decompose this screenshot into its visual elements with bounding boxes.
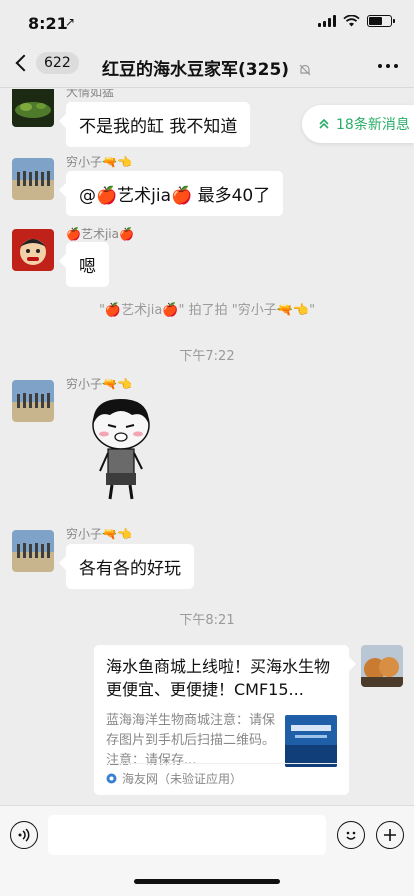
status-time: 8:21 [28,14,68,33]
location-icon: ↗ [65,15,76,29]
status-indicators [318,15,395,27]
avatar[interactable] [12,89,54,127]
new-messages-label: 18条新消息 [336,117,410,133]
system-message: "🍎艺术jia🍎" 拍了拍 "穷小子🔫👈" [98,303,316,318]
sender-name: 大情如猛 [66,89,115,99]
chat-history[interactable]: 大情如猛 不是我的缸 我不知道 18条新消息 穷小子🔫👈 @🍎艺术jia🍎 最多… [0,89,414,805]
avatar[interactable] [12,380,54,422]
link-card-thumbnail [285,715,337,767]
home-indicator [134,879,280,884]
double-chevron-up-icon [319,118,329,129]
mute-bell-icon [299,64,311,76]
message-bubble[interactable]: @🍎艺术jia🍎 最多40了 [66,171,284,216]
sticker-image[interactable] [86,395,156,505]
chat-title-wrap: 红豆的海水豆家军(325) [0,55,414,80]
more-options-button[interactable] [378,64,398,68]
avatar[interactable] [12,229,54,271]
emoji-icon [346,831,356,840]
plus-icon [384,829,396,841]
more-functions-button[interactable] [376,821,404,849]
timestamp: 下午7:22 [179,349,235,364]
avatar[interactable] [12,530,54,572]
wifi-icon [343,15,360,27]
sender-name: 穷小子🔫👈 [66,527,132,541]
chat-title: 红豆的海水豆家军(325) [102,60,290,80]
timestamp: 下午8:21 [179,613,235,628]
message-bubble[interactable]: 不是我的缸 我不知道 [66,102,251,147]
nav-bar: 622 红豆的海水豆家军(325) [0,44,414,88]
voice-icon [18,828,30,842]
link-card-source: 海友网（未验证应用） [106,763,337,787]
battery-icon [367,15,395,27]
app-source-icon [106,773,117,784]
message-bubble[interactable]: 嗯 [66,242,109,287]
link-card-source-label: 海友网（未验证应用） [122,772,243,786]
voice-button[interactable] [10,821,38,849]
signal-icon [318,15,336,27]
status-bar: 8:21 ↗ [0,0,414,44]
message-bubble[interactable]: 各有各的好玩 [66,544,194,589]
link-card-description: 蓝海海洋生物商城注意：请保存图片到手机后扫描二维码。注意：请保存... [106,713,276,768]
sender-name: 穷小子🔫👈 [66,377,132,391]
link-card[interactable]: 海水鱼商城上线啦！买海水生物更便宜、更便捷！CMF15... 蓝海海洋生物商城注… [94,645,349,795]
link-card-title: 海水鱼商城上线啦！买海水生物更便宜、更便捷！CMF15... [106,657,331,699]
emoji-button[interactable] [337,821,365,849]
new-messages-button[interactable]: 18条新消息 [302,105,414,143]
avatar[interactable] [12,158,54,200]
sender-name: 🍎艺术jia🍎 [66,227,134,241]
sender-name: 穷小子🔫👈 [66,155,132,169]
message-input[interactable] [48,815,326,855]
my-avatar[interactable] [361,645,403,687]
